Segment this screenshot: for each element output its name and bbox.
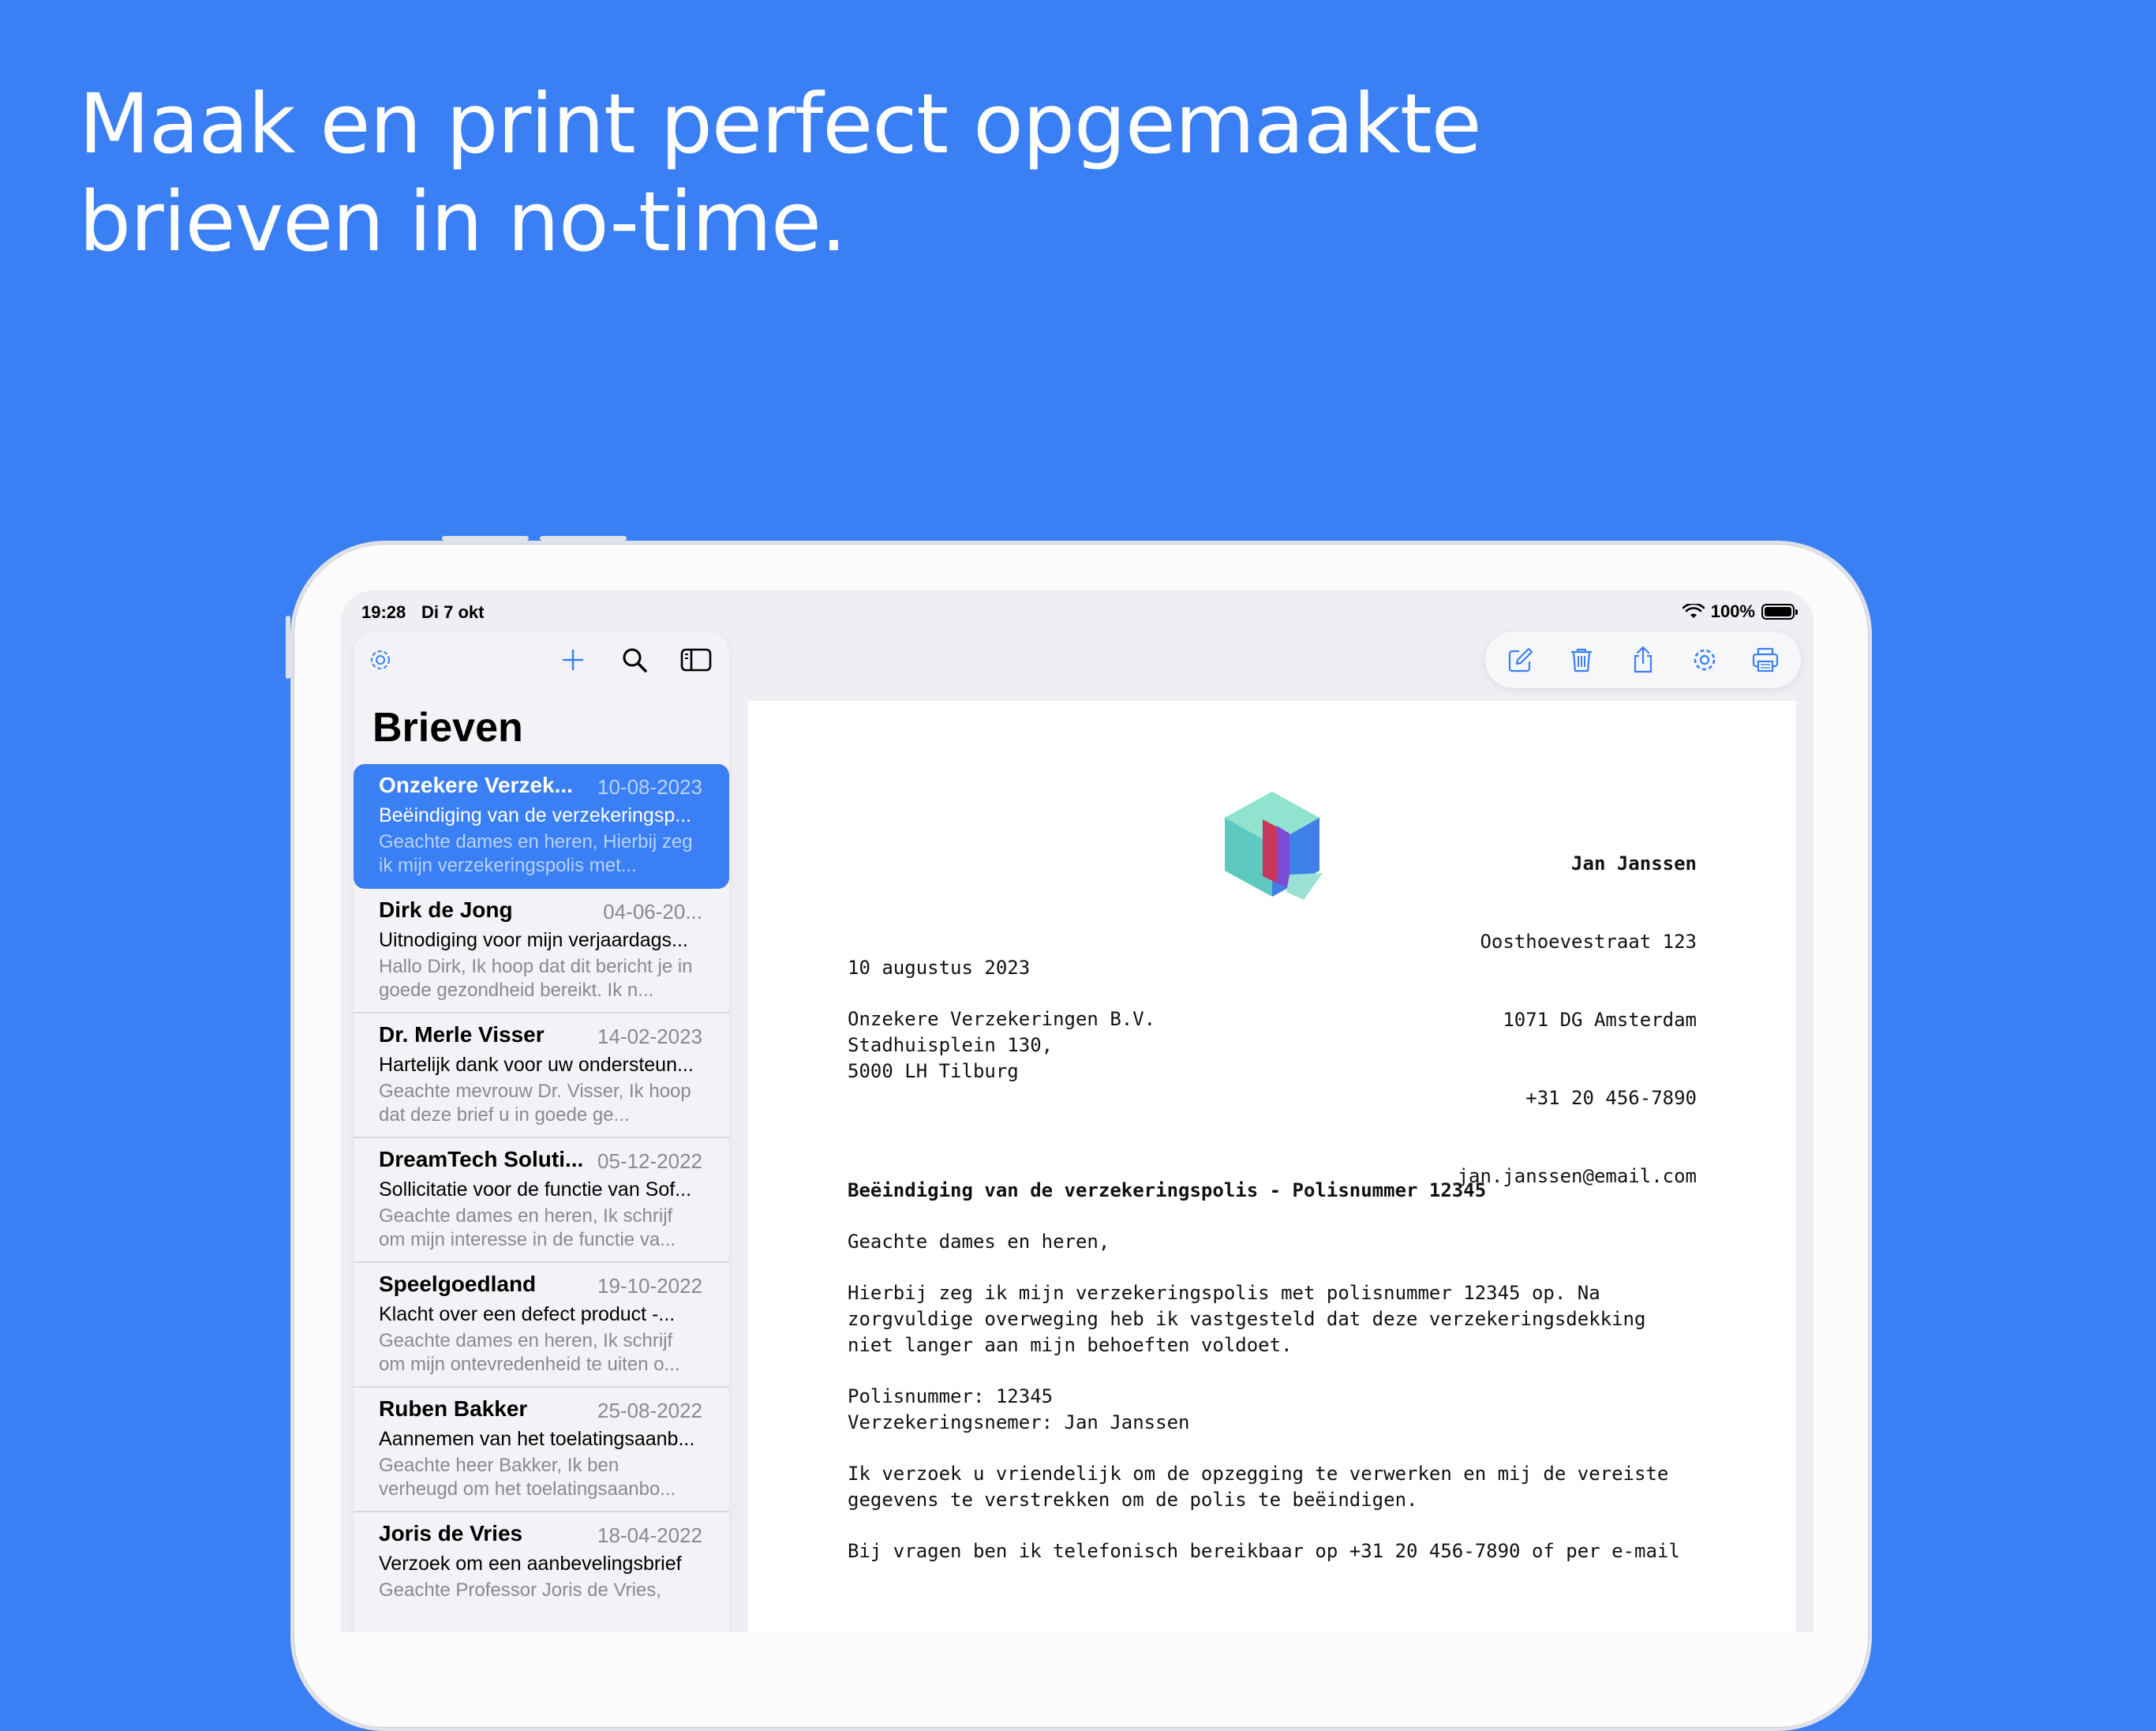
plus-icon[interactable] <box>557 644 589 676</box>
letter-date: 05-12-2022 <box>597 1149 702 1173</box>
letter-subject: Verzoek om een aanbevelingsbrief <box>379 1553 682 1575</box>
headline: Maak en print perfect opgemaakte brieven… <box>79 75 1482 271</box>
search-icon[interactable] <box>619 644 650 676</box>
status-right: 100% <box>1682 601 1798 622</box>
status-time: 19:28 <box>361 602 406 622</box>
letter-recipient: Dr. Merle Visser <box>379 1022 545 1047</box>
letter-paragraph: Hierbij zeg ik mijn verzekeringspolis me… <box>848 1282 1657 1356</box>
sender-street: Oosthoevestraat 123 <box>1480 931 1697 953</box>
letter-date: 19-10-2022 <box>597 1274 702 1298</box>
letter-list-item[interactable]: Ruben Bakker 25-08-2022 Aannemen van het… <box>354 1388 729 1512</box>
letter-document[interactable]: Jan Janssen Oosthoevestraat 123 1071 DG … <box>748 701 1796 1632</box>
letter-recipient: DreamTech Soluti... <box>379 1147 584 1171</box>
letter-subject-line: Beëindiging van de verzekeringspolis - P… <box>848 1179 1487 1201</box>
letter-subject: Klacht over een defect product -... <box>379 1303 676 1325</box>
letter-recipient: Onzekere Verzek... <box>379 773 573 797</box>
sidebar-toolbar <box>354 631 729 687</box>
letter-list-item[interactable]: Onzekere Verzek... 10-08-2023 Beëindigin… <box>354 764 729 889</box>
volume-button <box>540 536 627 541</box>
letter-paragraph: Ik verzoek u vriendelijk om de opzegging… <box>848 1463 1680 1511</box>
letter-date: 18-04-2022 <box>597 1523 702 1547</box>
letter-list-item[interactable]: Dirk de Jong 04-06-20... Uitnodiging voo… <box>354 889 729 1013</box>
letter-subject: Hartelijk dank voor uw ondersteun... <box>379 1054 694 1076</box>
letter-salutation: Geachte dames en heren, <box>848 1231 1110 1253</box>
volume-button <box>442 536 529 541</box>
recipient-company: Onzekere Verzekeringen B.V. <box>848 1008 1156 1030</box>
battery-icon <box>1761 604 1798 620</box>
policy-holder-line: Verzekeringsnemer: Jan Janssen <box>848 1411 1190 1433</box>
gear-icon[interactable] <box>1686 641 1724 679</box>
letter-recipient: Ruben Bakker <box>379 1396 528 1421</box>
letter-recipient: Joris de Vries <box>379 1521 523 1546</box>
letters-list: Onzekere Verzek... 10-08-2023 Beëindigin… <box>354 764 729 1632</box>
print-icon[interactable] <box>1746 641 1784 679</box>
trash-icon[interactable] <box>1563 641 1600 679</box>
top-button <box>286 616 290 679</box>
status-bar: 19:28 Di 7 okt 100% <box>341 590 1814 633</box>
letter-preview: Geachte dames en heren, Hierbij zeg ik m… <box>379 831 693 876</box>
headline-line-2: brieven in no-time. <box>79 174 847 270</box>
letter-subject: Aannemen van het toelatingsaanb... <box>379 1428 695 1450</box>
letters-sidebar: Brieven Onzekere Verzek... 10-08-2023 Be… <box>354 631 729 1632</box>
company-logo-icon <box>1225 792 1323 900</box>
letter-subject: Uitnodiging voor mijn verjaardags... <box>379 929 688 951</box>
sidebar-title: Brieven <box>372 705 523 751</box>
letter-paragraph: Bij vragen ben ik telefonisch bereikbaar… <box>848 1540 1680 1562</box>
letter-preview: Geachte mevrouw Dr. Visser, Ik hoop dat … <box>379 1081 691 1126</box>
letter-recipient: Dirk de Jong <box>379 897 513 922</box>
letter-recipient: Speelgoedland <box>379 1272 537 1296</box>
letter-subject: Beëindiging van de verzekeringsp... <box>379 804 692 826</box>
sender-name: Jan Janssen <box>1571 852 1697 875</box>
letter-preview: Hallo Dirk, Ik hoop dat dit bericht je i… <box>379 956 693 1001</box>
letter-date: 25-08-2022 <box>597 1399 702 1422</box>
battery-percentage: 100% <box>1710 601 1755 621</box>
compose-icon[interactable] <box>1502 641 1540 679</box>
letter-preview: Geachte dames en heren, Ik schrijf om mi… <box>379 1330 680 1375</box>
headline-line-1: Maak en print perfect opgemaakte <box>79 76 1482 172</box>
letter-list-item[interactable]: Joris de Vries 18-04-2022 Verzoek om een… <box>354 1512 729 1632</box>
wifi-icon <box>1682 604 1705 618</box>
letter-date: 10-08-2023 <box>597 775 702 799</box>
sidebar-toggle-icon[interactable] <box>680 644 712 676</box>
policy-number-line: Polisnummer: 12345 <box>848 1385 1054 1407</box>
tablet-screen: 19:28 Di 7 okt 100% Brieven Onzekere Ver… <box>341 590 1814 1632</box>
letter-list-item[interactable]: DreamTech Soluti... 05-12-2022 Sollicita… <box>354 1138 729 1263</box>
letter-list-item[interactable]: Speelgoedland 19-10-2022 Klacht over een… <box>354 1263 729 1388</box>
letter-date: 10 augustus 2023 <box>848 957 1031 979</box>
letter-date: 14-02-2023 <box>597 1025 702 1048</box>
letter-subject: Sollicitatie voor de functie van Sof... <box>379 1178 692 1201</box>
share-icon[interactable] <box>1624 641 1662 679</box>
letter-preview: Geachte dames en heren, Ik schrijf om mi… <box>379 1205 676 1250</box>
settings-icon[interactable] <box>365 644 396 676</box>
document-toolbar <box>1485 631 1801 688</box>
letter-preview: Geachte Professor Joris de Vries, <box>379 1579 661 1601</box>
letter-list-item[interactable]: Dr. Merle Visser 14-02-2023 Hartelijk da… <box>354 1013 729 1138</box>
recipient-street: Stadhuisplein 130, <box>848 1034 1054 1056</box>
letter-body: 10 augustus 2023 Onzekere Verzekeringen … <box>848 955 1701 1564</box>
recipient-city: 5000 LH Tilburg <box>848 1060 1019 1082</box>
letter-date: 04-06-20... <box>603 900 702 924</box>
letter-preview: Geachte heer Bakker, Ik ben verheugd om … <box>379 1455 676 1500</box>
status-date: Di 7 okt <box>421 602 485 622</box>
